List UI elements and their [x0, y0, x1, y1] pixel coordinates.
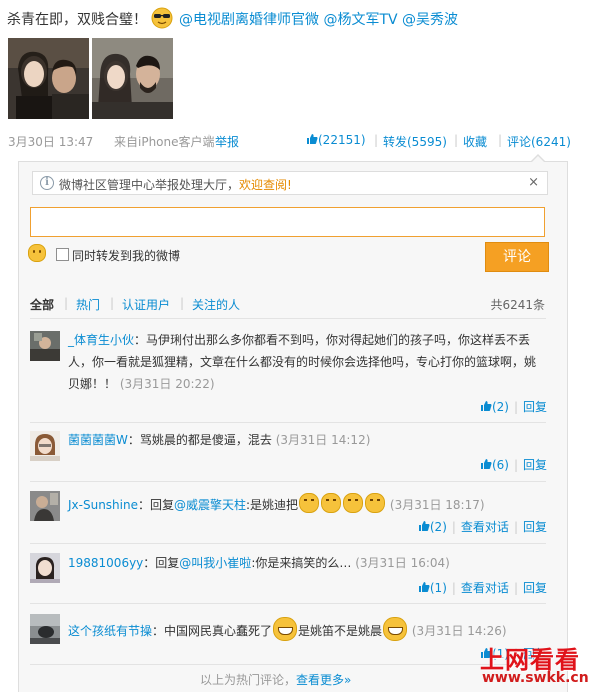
comment-username[interactable]: 19881006yy [68, 556, 143, 570]
notice-bar: i 微博社区管理中心举报处理大厅，欢迎查阅! × [32, 171, 548, 195]
comment-actions: (2) | 查看对话 | 回复 [247, 518, 547, 535]
mention-link[interactable]: @杨文军TV [323, 12, 397, 28]
post-body: 杀青在即，双贱合璧！ [7, 12, 147, 28]
comment-reply-button[interactable]: 回复 [523, 400, 547, 414]
angry-emoji-icon [299, 493, 320, 513]
comment-username[interactable]: Jx-Sunshine [68, 498, 138, 512]
comment-time: (3月31日 14:12) [275, 433, 371, 447]
notice-link[interactable]: 欢迎查阅! [239, 178, 292, 192]
divider [30, 318, 546, 319]
photo-1-image [8, 38, 89, 119]
comment-actions: (6) | 回复 [247, 456, 547, 473]
repost-button[interactable]: 转发(5595) [383, 133, 447, 150]
tab-verified[interactable]: 认证用户 [122, 296, 170, 313]
cool-sunglasses-emoji-icon [151, 7, 173, 29]
comment-filter-tabs: 全部 | 热门 | 认证用户 | 关注的人 共6241条 [30, 296, 545, 312]
thumbs-up-icon [480, 459, 492, 469]
angry-emoji-icon [321, 493, 342, 513]
mention-link[interactable]: @叫我小崔啦 [179, 556, 251, 570]
thumbs-up-icon [418, 521, 430, 531]
grin-emoji-icon [273, 617, 298, 641]
comment-text: 菌菌菌菌W：骂姚晨的都是傻逼，混去 (3月31日 14:12) [68, 433, 371, 447]
tab-all[interactable]: 全部 [30, 296, 54, 313]
comment-username[interactable]: _体育生小伙 [68, 333, 134, 347]
mention-link[interactable]: @电视剧离婚律师官微 [179, 12, 319, 28]
mention-link[interactable]: @威震擎天柱 [174, 498, 246, 512]
post-source: 来自iPhone客户端 [114, 135, 215, 149]
comment-like-button[interactable]: (1) [418, 581, 447, 595]
comment-text: _体育生小伙：马伊琍付出那么多你都看不到吗，你对得起她们的孩子吗，你这样丢不丢人… [68, 333, 537, 391]
angry-emoji-icon [365, 493, 386, 513]
avatar[interactable] [30, 431, 60, 461]
post-meta-bar: 3月30日 13:47 来自iPhone客户端 | 举报 (22151) | 转… [8, 133, 571, 150]
comment-like-button[interactable]: (2) [418, 520, 447, 534]
comment-panel [18, 161, 568, 692]
comment-time: (3月31日 20:22) [119, 377, 215, 391]
avatar[interactable] [30, 614, 60, 644]
comment-text: Jx-Sunshine：回复@威震擎天柱:是姚迪把 (3月31日 18:17) [68, 493, 546, 516]
report-link[interactable]: 举报 [215, 133, 239, 150]
close-icon[interactable]: × [528, 175, 539, 190]
repost-checkbox-label[interactable]: 同时转发到我的微博 [72, 247, 180, 264]
thumbs-up-icon [418, 582, 430, 592]
thumbs-up-icon [480, 401, 492, 411]
angry-emoji-icon [343, 493, 364, 513]
comment-time: (3月31日 18:17) [389, 498, 485, 512]
comment-time: (3月31日 16:04) [355, 556, 450, 570]
comment-reply-button[interactable]: 回复 [523, 520, 547, 534]
comment-like-button[interactable]: (6) [480, 458, 509, 472]
notice-text: 微博社区管理中心举报处理大厅，欢迎查阅! [59, 178, 292, 192]
favorite-button[interactable]: 收藏 [463, 133, 487, 150]
comment-username[interactable]: 菌菌菌菌W [68, 433, 128, 447]
like-button[interactable]: (22151) [306, 133, 366, 147]
post-image-thumbnail[interactable] [8, 38, 89, 119]
watermark: 上网看看 www.swkk.cn [476, 640, 596, 691]
tab-hot[interactable]: 热门 [76, 296, 100, 313]
info-icon: i [40, 176, 54, 190]
hot-comments-footer: 以上为热门评论，查看更多» [200, 673, 352, 687]
comment-actions: (1) | 查看对话 | 回复 [247, 579, 547, 596]
like-count: (22151) [318, 133, 366, 147]
comment-button[interactable]: 评论(6241) [507, 133, 571, 150]
post-image-thumbnail[interactable] [92, 38, 173, 119]
repost-checkbox[interactable] [56, 248, 69, 261]
mention-link[interactable]: @吴秀波 [402, 12, 458, 28]
emoji-picker-icon[interactable] [28, 244, 46, 262]
view-conversation-link[interactable]: 查看对话 [461, 520, 509, 534]
comment-actions: (2) | 回复 [247, 398, 547, 415]
avatar[interactable] [30, 491, 60, 521]
comment-total: 共6241条 [490, 298, 545, 312]
comment-like-button[interactable]: (2) [480, 400, 509, 414]
comment-reply-button[interactable]: 回复 [523, 458, 547, 472]
avatar[interactable] [30, 331, 60, 361]
grin-emoji-icon [383, 617, 408, 641]
comment-input[interactable] [30, 207, 545, 237]
watermark-url: www.swkk.cn [482, 670, 589, 686]
comment-text: 这个孩纸有节操：中国网民真心蠢死了 是姚笛不是姚晨 (3月31日 14:26) [68, 617, 546, 642]
view-more-link[interactable]: 查看更多» [296, 673, 351, 687]
tab-following[interactable]: 关注的人 [192, 296, 240, 313]
comment-username[interactable]: 这个孩纸有节操 [68, 624, 152, 638]
comment-reply-button[interactable]: 回复 [523, 581, 547, 595]
comment-time: (3月31日 14:26) [411, 624, 507, 638]
avatar[interactable] [30, 553, 60, 583]
post-text: 杀青在即，双贱合璧！ @电视剧离婚律师官微 @杨文军TV @吴秀波 [7, 7, 458, 29]
photo-2-image [92, 38, 173, 119]
submit-comment-button[interactable]: 评论 [485, 242, 549, 272]
view-conversation-link[interactable]: 查看对话 [461, 581, 509, 595]
thumbs-up-icon [307, 134, 318, 144]
post-time[interactable]: 3月30日 13:47 [8, 133, 93, 150]
comment-text: 19881006yy：回复@叫我小崔啦:你是来搞笑的么… (3月31日 16:0… [68, 556, 450, 570]
